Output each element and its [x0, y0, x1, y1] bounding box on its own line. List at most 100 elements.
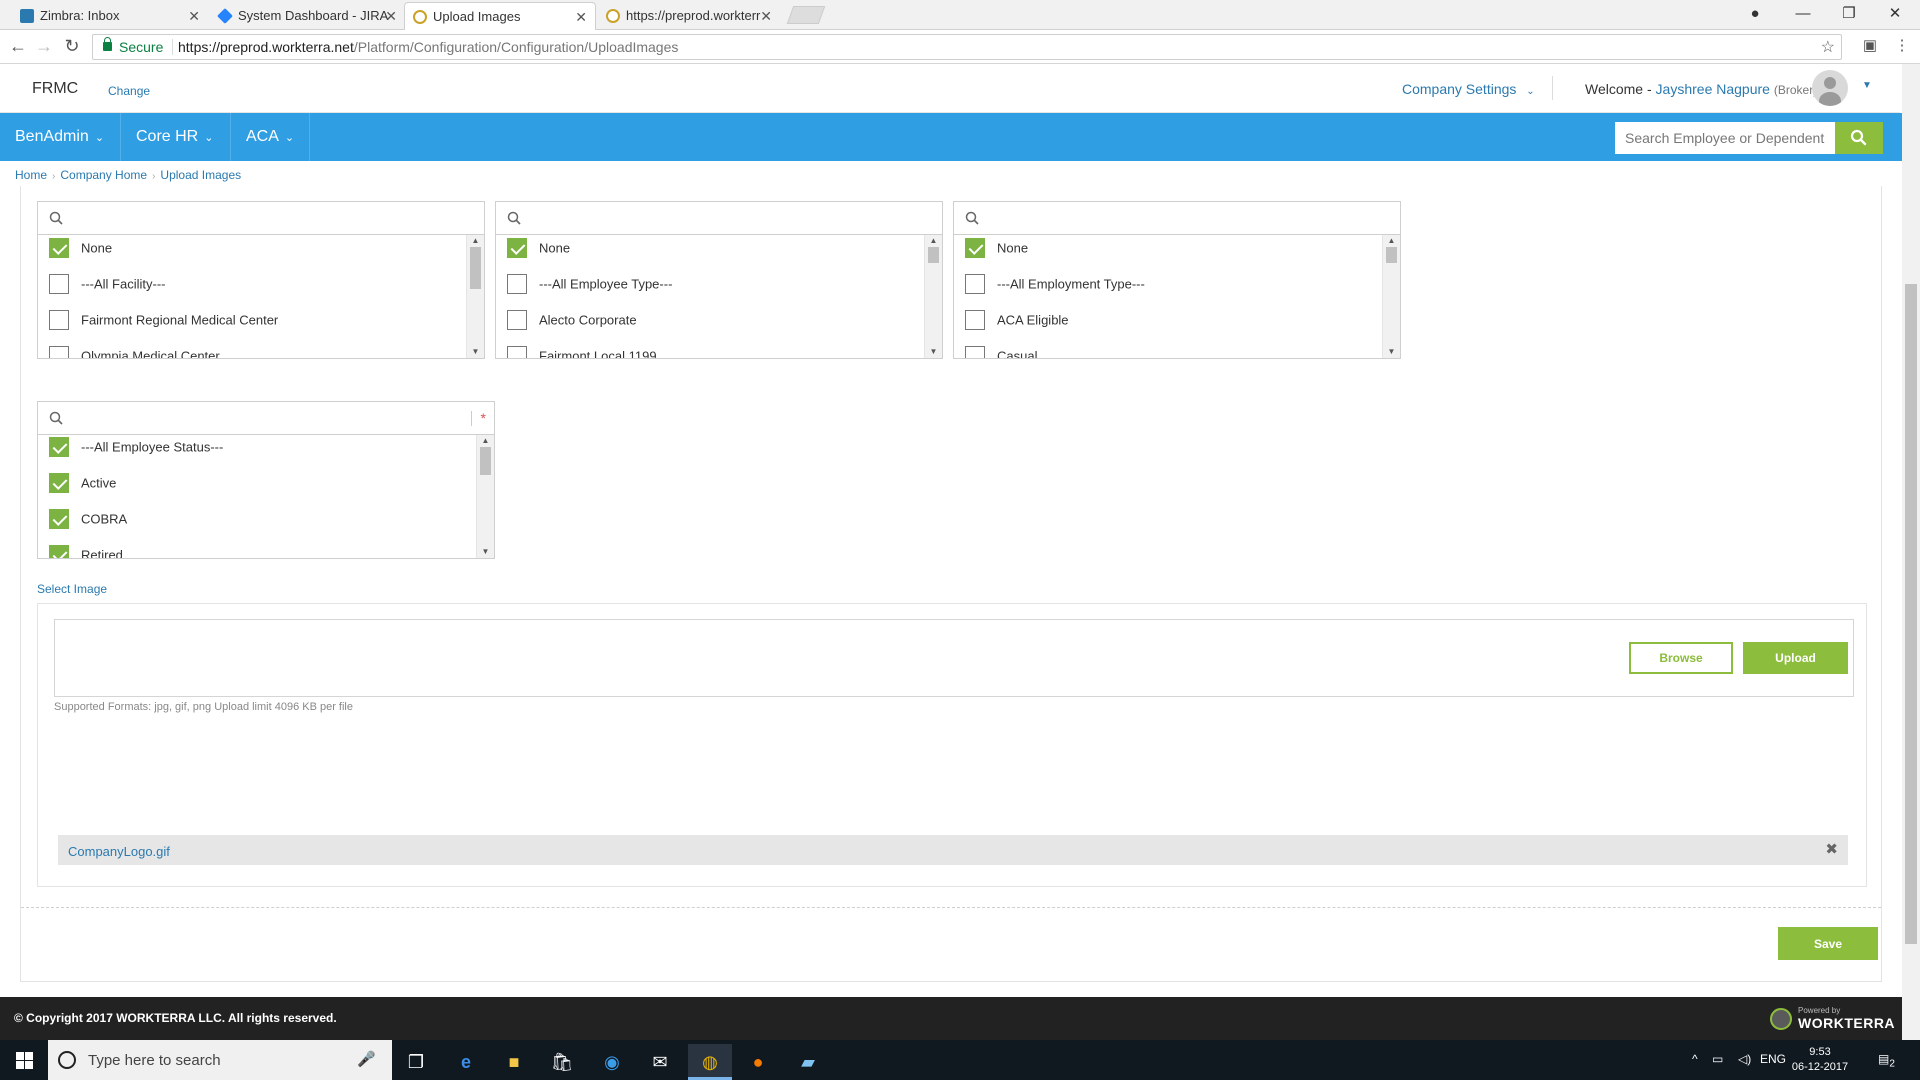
list-item[interactable]: ---All Employment Type---: [965, 274, 1145, 298]
checkbox[interactable]: [507, 238, 527, 258]
extension-icon[interactable]: ▣: [1858, 36, 1882, 54]
checkbox[interactable]: [965, 310, 985, 330]
checkbox[interactable]: [49, 346, 69, 358]
list-item[interactable]: ---All Employee Status---: [49, 437, 223, 461]
mail-icon[interactable]: ✉: [638, 1044, 682, 1080]
search-button[interactable]: [1835, 122, 1883, 154]
page-scrollbar[interactable]: [1902, 64, 1920, 1040]
change-company-link[interactable]: Change: [108, 84, 150, 98]
checkbox[interactable]: [49, 437, 69, 457]
checkbox[interactable]: [965, 346, 985, 358]
browser-tab-zimbra[interactable]: Zimbra: Inbox ✕: [12, 2, 208, 30]
window-close-icon[interactable]: ✕: [1872, 0, 1918, 28]
employee-status-search-input[interactable]: *: [38, 402, 494, 435]
list-item[interactable]: Casual: [965, 346, 1037, 358]
user-name[interactable]: Jayshree Nagpure: [1656, 81, 1770, 97]
checkbox[interactable]: [49, 545, 69, 558]
close-tab-icon[interactable]: ✕: [760, 2, 772, 30]
scrollbar-thumb[interactable]: [1905, 284, 1917, 944]
new-tab-button[interactable]: [786, 6, 826, 24]
volume-icon[interactable]: ◁): [1738, 1052, 1751, 1066]
scroll-up-icon[interactable]: ▲: [467, 236, 484, 245]
taskbar-search[interactable]: Type here to search 🎤: [48, 1040, 392, 1080]
file-explorer-icon[interactable]: ■: [492, 1044, 536, 1080]
listbox-scrollbar[interactable]: ▲ ▼: [1382, 235, 1400, 358]
scrollbar-thumb[interactable]: [470, 247, 481, 289]
scroll-up-icon[interactable]: ▲: [1383, 236, 1400, 245]
windows-start-icon[interactable]: [16, 1052, 33, 1069]
scroll-down-icon[interactable]: ▼: [1383, 347, 1400, 356]
browser-app-icon[interactable]: ◉: [590, 1044, 634, 1080]
url-bar[interactable]: Secure https://preprod.workterra.net/Pla…: [92, 34, 1842, 60]
checkbox[interactable]: [49, 509, 69, 529]
scrollbar-thumb[interactable]: [1386, 247, 1397, 263]
remove-file-icon[interactable]: ✖: [1825, 840, 1838, 858]
nav-benadmin[interactable]: BenAdmin ⌄: [0, 113, 121, 161]
reload-icon[interactable]: ↻: [60, 36, 84, 57]
avatar[interactable]: [1812, 70, 1848, 106]
list-item[interactable]: None: [49, 238, 112, 262]
checkbox[interactable]: [965, 274, 985, 294]
back-icon[interactable]: ←: [6, 36, 30, 57]
scroll-down-icon[interactable]: ▼: [477, 547, 494, 556]
browser-tab-jira[interactable]: System Dashboard - JIRA ✕: [210, 2, 405, 30]
checkbox[interactable]: [965, 238, 985, 258]
bookmark-star-icon[interactable]: ☆: [1821, 37, 1835, 57]
scrollbar-thumb[interactable]: [480, 447, 491, 475]
browser-tab-upload-images[interactable]: Upload Images ✕: [404, 2, 596, 30]
company-settings-menu[interactable]: Company Settings ⌄: [1402, 81, 1535, 97]
nav-aca[interactable]: ACA ⌄: [231, 113, 310, 161]
listbox-scrollbar[interactable]: ▲ ▼: [476, 435, 494, 558]
list-item[interactable]: Active: [49, 473, 116, 497]
scroll-down-icon[interactable]: ▼: [925, 347, 942, 356]
list-item[interactable]: COBRA: [49, 509, 127, 533]
scroll-down-icon[interactable]: ▼: [467, 347, 484, 356]
minimize-icon[interactable]: —: [1780, 0, 1826, 28]
save-button[interactable]: Save: [1778, 927, 1878, 960]
tray-expand-icon[interactable]: ^: [1692, 1052, 1698, 1066]
list-item[interactable]: Fairmont Regional Medical Center: [49, 310, 278, 334]
list-item[interactable]: ---All Facility---: [49, 274, 165, 298]
taskbar-clock[interactable]: 9:53 06-12-2017: [1785, 1045, 1855, 1075]
app-icon[interactable]: ▰: [786, 1044, 830, 1080]
language-indicator[interactable]: ENG: [1760, 1052, 1786, 1066]
listbox-scrollbar[interactable]: ▲ ▼: [466, 235, 484, 358]
image-dropzone[interactable]: Browse Upload: [54, 619, 1854, 697]
close-tab-icon[interactable]: ✕: [385, 2, 397, 30]
chrome-icon[interactable]: ◍: [688, 1044, 732, 1080]
close-tab-icon[interactable]: ✕: [188, 2, 200, 30]
upload-button[interactable]: Upload: [1743, 642, 1848, 674]
list-item[interactable]: Alecto Corporate: [507, 310, 637, 334]
checkbox[interactable]: [49, 473, 69, 493]
close-tab-icon[interactable]: ✕: [575, 3, 587, 30]
restore-icon[interactable]: ❐: [1826, 0, 1872, 28]
notification-icon[interactable]: ▤2: [1878, 1052, 1895, 1069]
checkbox[interactable]: [507, 310, 527, 330]
list-item[interactable]: None: [507, 238, 570, 262]
breadcrumb-home[interactable]: Home: [15, 168, 47, 182]
browse-button[interactable]: Browse: [1629, 642, 1733, 674]
store-icon[interactable]: 🛍: [540, 1044, 584, 1080]
uploaded-file-link[interactable]: CompanyLogo.gif: [68, 844, 170, 859]
edge-icon[interactable]: e: [444, 1044, 488, 1080]
list-item[interactable]: ACA Eligible: [965, 310, 1069, 334]
breadcrumb-upload-images[interactable]: Upload Images: [160, 168, 241, 182]
list-item[interactable]: Retired: [49, 545, 123, 558]
list-item[interactable]: ---All Employee Type---: [507, 274, 672, 298]
checkbox[interactable]: [49, 238, 69, 258]
scroll-up-icon[interactable]: ▲: [477, 436, 494, 445]
nav-core-hr[interactable]: Core HR ⌄: [121, 113, 231, 161]
chrome-menu-icon[interactable]: ⋮: [1890, 36, 1914, 54]
checkbox[interactable]: [49, 310, 69, 330]
profile-icon[interactable]: ●: [1732, 0, 1778, 28]
network-icon[interactable]: ▭: [1712, 1052, 1723, 1066]
checkbox[interactable]: [507, 274, 527, 294]
listbox-scrollbar[interactable]: ▲ ▼: [924, 235, 942, 358]
list-item[interactable]: Olympia Medical Center: [49, 346, 220, 358]
checkbox[interactable]: [507, 346, 527, 358]
facility-search-input[interactable]: [38, 202, 484, 235]
checkbox[interactable]: [49, 274, 69, 294]
employment-type-search-input[interactable]: [954, 202, 1400, 235]
forward-icon[interactable]: →: [32, 36, 56, 57]
list-item[interactable]: None: [965, 238, 1028, 262]
